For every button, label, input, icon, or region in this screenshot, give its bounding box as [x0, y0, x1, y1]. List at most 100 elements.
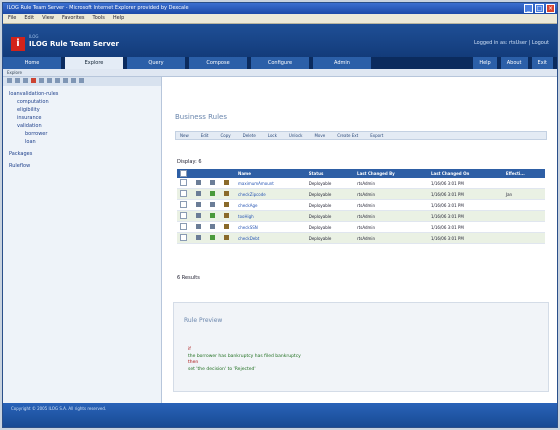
table-row[interactable]: checkAge Deployable rtsAdmin 1/16/06 3:01 P…	[177, 199, 545, 211]
rule-changed-by: rtsAdmin	[354, 199, 428, 211]
up-icon[interactable]	[47, 78, 52, 83]
header-links[interactable]: Logged in as: rtsUser | Logout	[474, 40, 549, 46]
rules-table: Name Status Last Changed By Last Changed…	[177, 169, 545, 244]
col-name[interactable]: Name	[235, 169, 306, 178]
tree-item[interactable]: Packages	[9, 150, 155, 158]
rule-name-link[interactable]: maximumAmount	[235, 178, 306, 189]
toolbar-unlock-button[interactable]: Unlock	[289, 132, 303, 139]
find-icon[interactable]	[63, 78, 68, 83]
table-row[interactable]: maximumAmount Deployable rtsAdmin 1/16/06 3…	[177, 178, 545, 189]
tab-exit[interactable]: Exit	[531, 57, 553, 69]
close-button[interactable]: ×	[546, 4, 555, 13]
tab-about[interactable]: About	[500, 57, 528, 69]
col-status[interactable]: Status	[305, 169, 355, 178]
col-last-changed-on[interactable]: Last Changed On	[427, 169, 503, 178]
rule-changed-on: 1/16/06 3:01 PM	[427, 178, 503, 189]
down-icon[interactable]	[55, 78, 60, 83]
table-row[interactable]: checkSSN Deployable rtsAdmin 1/16/06 3:01 P…	[177, 221, 545, 233]
lock-icon[interactable]	[224, 202, 229, 207]
row-checkbox[interactable]	[180, 212, 187, 219]
tab-explore[interactable]: Explore	[65, 57, 123, 69]
breadcrumb-label[interactable]: Explore	[7, 70, 22, 75]
preview-action: set 'the decision' to 'Rejected'	[188, 366, 256, 372]
tab-query[interactable]: Query	[127, 57, 185, 69]
toolbar-copy-button[interactable]: Copy	[220, 132, 230, 139]
print-icon[interactable]	[71, 78, 76, 83]
tree-item[interactable]: loan	[9, 138, 155, 146]
rule-name-link[interactable]: checkDebt	[235, 232, 306, 244]
main-tabbar: Home Explore Query Compose Configure Adm…	[3, 57, 557, 69]
rule-changed-by: rtsAdmin	[354, 178, 428, 189]
help-icon[interactable]	[79, 78, 84, 83]
toolbar-edit-button[interactable]: Edit	[201, 132, 209, 139]
browser-menubar: File Edit View Favorites Tools Help	[3, 14, 557, 24]
row-checkbox[interactable]	[180, 234, 187, 241]
refresh-icon[interactable]	[39, 78, 44, 83]
toolbar-export-button[interactable]: Export	[370, 132, 383, 139]
menu-help[interactable]: Help	[113, 14, 124, 23]
preview-condition: the borrower has bankruptcy has filed ba…	[188, 353, 301, 359]
display-count-select[interactable]: Display: 6	[177, 159, 202, 165]
tree-item[interactable]: borrower	[9, 130, 155, 138]
tree-item[interactable]: insurance	[9, 114, 155, 122]
table-row[interactable]: checkDebt Deployable rtsAdmin 1/16/06 3:01 …	[177, 232, 545, 244]
tab-admin[interactable]: Admin	[313, 57, 371, 69]
menu-file[interactable]: File	[8, 14, 16, 23]
new-icon[interactable]	[7, 78, 12, 83]
rule-name-link[interactable]: checkSSN	[235, 221, 306, 233]
row-checkbox[interactable]	[180, 190, 187, 197]
select-all-checkbox[interactable]	[180, 169, 187, 177]
table-row[interactable]: checkZipcode Deployable rtsAdmin 1/16/06 3:…	[177, 188, 545, 200]
copy-icon[interactable]	[23, 78, 28, 83]
edit-icon[interactable]	[15, 78, 20, 83]
tree-item[interactable]: validation	[9, 122, 155, 130]
tree-item[interactable]: computation	[9, 98, 155, 106]
col-last-changed-by[interactable]: Last Changed By	[354, 169, 428, 178]
lock-icon[interactable]	[224, 224, 229, 229]
rule-name-link[interactable]: checkAge	[235, 199, 306, 211]
tab-configure[interactable]: Configure	[251, 57, 309, 69]
rule-changed-on: 1/16/06 3:01 PM	[427, 221, 503, 233]
maximize-button[interactable]: □	[535, 4, 544, 13]
rule-name-link[interactable]: tooHigh	[235, 210, 306, 222]
sidebar: loanvalidation-rules computation eligibi…	[3, 77, 162, 405]
rule-icon	[196, 202, 201, 207]
menu-tools[interactable]: Tools	[93, 14, 105, 23]
table-row[interactable]: tooHigh Deployable rtsAdmin 1/16/06 3:01 PM	[177, 210, 545, 222]
lock-icon[interactable]	[224, 180, 229, 185]
toolbar-delete-button[interactable]: Delete	[243, 132, 256, 139]
rule-effective	[502, 232, 545, 244]
status-icon	[210, 180, 215, 185]
tab-help[interactable]: Help	[473, 57, 497, 69]
status-icon	[210, 191, 215, 196]
tree-item[interactable]: Ruleflow	[9, 162, 155, 170]
tree-item[interactable]: loanvalidation-rules	[9, 90, 155, 98]
menu-edit[interactable]: Edit	[24, 14, 34, 23]
rule-status: Deployable	[305, 221, 355, 233]
window-title: ILOG Rule Team Server - Microsoft Intern…	[7, 5, 189, 11]
toolbar-create-ext-button[interactable]: Create Ext	[337, 132, 358, 139]
rule-name-link[interactable]: checkZipcode	[235, 188, 306, 200]
rule-changed-by: rtsAdmin	[354, 221, 428, 233]
lock-icon[interactable]	[224, 213, 229, 218]
col-effective[interactable]: Effecti...	[502, 169, 545, 178]
ilog-logo-icon: i	[11, 37, 25, 51]
lock-icon[interactable]	[224, 191, 229, 196]
tree-item[interactable]: eligibility	[9, 106, 155, 114]
toolbar-lock-button[interactable]: Lock	[268, 132, 277, 139]
window-titlebar: ILOG Rule Team Server - Microsoft Intern…	[3, 3, 557, 14]
delete-icon[interactable]	[31, 78, 36, 83]
row-checkbox[interactable]	[180, 201, 187, 208]
toolbar-new-button[interactable]: New	[180, 132, 189, 139]
tab-home[interactable]: Home	[3, 57, 61, 69]
menu-view[interactable]: View	[42, 14, 54, 23]
lock-icon[interactable]	[224, 235, 229, 240]
tab-compose[interactable]: Compose	[189, 57, 247, 69]
row-checkbox[interactable]	[180, 179, 187, 186]
rule-icon	[196, 180, 201, 185]
toolbar-move-button[interactable]: Move	[314, 132, 325, 139]
minimize-button[interactable]: _	[524, 4, 533, 13]
menu-favorites[interactable]: Favorites	[62, 14, 85, 23]
status-icon	[210, 235, 215, 240]
row-checkbox[interactable]	[180, 223, 187, 230]
